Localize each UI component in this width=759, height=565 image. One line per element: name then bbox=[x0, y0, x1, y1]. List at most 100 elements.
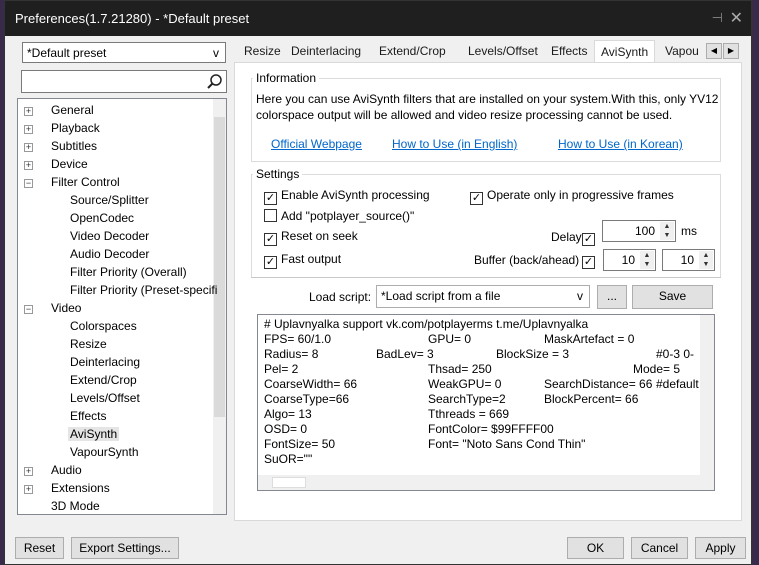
pin-icon[interactable]: ⊣ bbox=[712, 10, 723, 26]
info-text-line2: colorspace output will be allowed and vi… bbox=[256, 108, 673, 122]
cancel-button[interactable]: Cancel bbox=[631, 537, 688, 559]
tab-scroll-left-icon[interactable]: ◀ bbox=[706, 43, 722, 59]
buffer-back-spinner[interactable]: 10 ▲ ▼ bbox=[603, 249, 656, 271]
collapse-icon[interactable]: − bbox=[24, 305, 33, 314]
search-icon[interactable] bbox=[206, 73, 223, 90]
tree-item[interactable]: 3D Mode bbox=[51, 499, 100, 513]
browse-button[interactable]: ... bbox=[597, 285, 627, 309]
information-label: Information bbox=[253, 71, 320, 85]
script-text: SearchType=2 bbox=[428, 392, 506, 406]
settings-label: Settings bbox=[253, 167, 303, 181]
script-editor[interactable]: # Uplavnyalka support vk.com/potplayerms… bbox=[257, 314, 715, 491]
checkbox-icon: ✓ bbox=[582, 233, 595, 246]
tree-item[interactable]: Extensions bbox=[51, 481, 110, 495]
how-to-korean-link[interactable]: How to Use (in Korean) bbox=[558, 137, 683, 151]
add-source-checkbox[interactable]: Add "potplayer_source()" bbox=[264, 209, 414, 223]
tree-item[interactable]: General bbox=[51, 103, 94, 117]
reset-on-seek-checkbox[interactable]: ✓ Reset on seek bbox=[264, 229, 358, 246]
tab-extendcrop[interactable]: Extend/Crop bbox=[379, 42, 446, 63]
tree-scrollbar[interactable] bbox=[213, 99, 226, 514]
tree-item[interactable]: Source/Splitter bbox=[70, 193, 149, 207]
progressive-frames-checkbox[interactable]: ✓ Operate only in progressive frames bbox=[470, 188, 674, 205]
script-text: Mode= 5 bbox=[633, 362, 681, 376]
load-script-label: Load script: bbox=[309, 290, 372, 304]
buffer-ahead-spinner[interactable]: 10 ▲ ▼ bbox=[662, 249, 715, 271]
script-text: BadLev= 3 bbox=[376, 347, 434, 361]
script-text: Font= "Noto Sans Cond Thin" bbox=[428, 437, 586, 451]
settings-tree[interactable]: + General + Playback + Subtitles + Device − Filte… bbox=[17, 98, 227, 515]
tree-item[interactable]: Effects bbox=[70, 409, 106, 423]
expand-icon[interactable]: + bbox=[24, 107, 33, 116]
tab-avisynth[interactable]: AviSynth bbox=[594, 40, 656, 63]
tab-effects[interactable]: Effects bbox=[551, 42, 587, 63]
expand-icon[interactable]: + bbox=[24, 161, 33, 170]
checkbox-icon: ✓ bbox=[582, 256, 595, 269]
spin-arrows-icon[interactable]: ▲ ▼ bbox=[660, 222, 674, 240]
tree-item[interactable]: Video Decoder bbox=[70, 229, 149, 243]
tree-item[interactable]: Playback bbox=[51, 121, 100, 135]
tree-item[interactable]: AviSynth bbox=[68, 427, 120, 441]
preset-select[interactable]: *Default preset v bbox=[22, 42, 226, 63]
tree-item[interactable]: Video bbox=[51, 301, 81, 315]
script-text: WeakGPU= 0 bbox=[428, 377, 502, 391]
tab-levelsoffset[interactable]: Levels/Offset bbox=[468, 42, 538, 63]
tree-item[interactable]: Device bbox=[51, 157, 88, 171]
how-to-english-link[interactable]: How to Use (in English) bbox=[392, 137, 517, 151]
collapse-icon[interactable]: − bbox=[24, 179, 33, 188]
script-text: GPU= 0 bbox=[428, 332, 472, 346]
tree-item[interactable]: Filter Priority (Overall) bbox=[70, 265, 187, 279]
tree-item[interactable]: Deinterlacing bbox=[70, 355, 140, 369]
tab-deinterlacing[interactable]: Deinterlacing bbox=[291, 42, 361, 63]
delay-checkbox[interactable]: ✓ bbox=[582, 229, 599, 246]
script-text: Radius= 8 bbox=[264, 347, 319, 361]
tab-scroll-right-icon[interactable]: ▶ bbox=[723, 43, 739, 59]
close-icon[interactable]: ✕ bbox=[730, 8, 743, 28]
export-settings-button[interactable]: Export Settings... bbox=[71, 537, 179, 559]
tab-vapou[interactable]: Vapou bbox=[665, 42, 699, 63]
chevron-down-icon: v bbox=[577, 289, 583, 303]
tree-item[interactable]: Audio bbox=[51, 463, 82, 477]
script-text: Algo= 13 bbox=[264, 407, 312, 421]
tree-item[interactable]: Audio Decoder bbox=[70, 247, 149, 261]
search-input[interactable] bbox=[21, 70, 227, 93]
script-text: FontColor= $99FFFF00 bbox=[428, 422, 554, 436]
ok-button[interactable]: OK bbox=[567, 537, 624, 559]
checkbox-icon bbox=[264, 209, 277, 222]
fast-output-checkbox[interactable]: ✓ Fast output bbox=[264, 252, 341, 269]
script-text: SearchDistance= 66 bbox=[544, 377, 653, 391]
reset-button[interactable]: Reset bbox=[15, 537, 64, 559]
chevron-down-icon: v bbox=[213, 46, 219, 60]
spin-arrows-icon[interactable]: ▲ ▼ bbox=[699, 251, 713, 269]
script-horizontal-scrollbar[interactable] bbox=[258, 475, 714, 490]
tree-item[interactable]: Resize bbox=[70, 337, 107, 351]
official-webpage-link[interactable]: Official Webpage bbox=[271, 137, 362, 151]
preferences-window: Preferences(1.7.21280) - *Default preset… bbox=[4, 0, 752, 565]
buffer-checkbox[interactable]: ✓ bbox=[582, 252, 599, 269]
script-text: BlockSize = 3 bbox=[496, 347, 570, 361]
apply-button[interactable]: Apply bbox=[695, 537, 746, 559]
script-text: #default bbox=[656, 377, 699, 391]
spin-arrows-icon[interactable]: ▲ ▼ bbox=[640, 251, 654, 269]
expand-icon[interactable]: + bbox=[24, 467, 33, 476]
tree-item[interactable]: OpenCodec bbox=[70, 211, 134, 225]
tree-item[interactable]: Subtitles bbox=[51, 139, 97, 153]
delay-spinner[interactable]: 100 ▲ ▼ bbox=[602, 220, 676, 242]
tree-item[interactable]: VapourSynth bbox=[70, 445, 139, 459]
tree-item[interactable]: Extend/Crop bbox=[70, 373, 137, 387]
expand-icon[interactable]: + bbox=[24, 485, 33, 494]
delay-label: Delay bbox=[551, 230, 582, 244]
script-text: Tthreads = 669 bbox=[428, 407, 510, 421]
tree-item[interactable]: Filter Control bbox=[51, 175, 120, 189]
save-button[interactable]: Save bbox=[632, 285, 713, 309]
expand-icon[interactable]: + bbox=[24, 125, 33, 134]
script-vertical-scrollbar[interactable] bbox=[700, 315, 714, 477]
tab-resize[interactable]: Resize bbox=[244, 42, 281, 63]
tree-item[interactable]: Levels/Offset bbox=[70, 391, 140, 405]
window-title: Preferences(1.7.21280) - *Default preset bbox=[15, 11, 250, 26]
expand-icon[interactable]: + bbox=[24, 143, 33, 152]
enable-avisynth-checkbox[interactable]: ✓ Enable AviSynth processing bbox=[264, 188, 430, 205]
tree-item[interactable]: Filter Priority (Preset-specifi bbox=[70, 283, 217, 297]
load-script-select[interactable]: *Load script from a file v bbox=[376, 285, 590, 308]
tree-item[interactable]: Colorspaces bbox=[70, 319, 137, 333]
checkbox-icon: ✓ bbox=[264, 192, 277, 205]
